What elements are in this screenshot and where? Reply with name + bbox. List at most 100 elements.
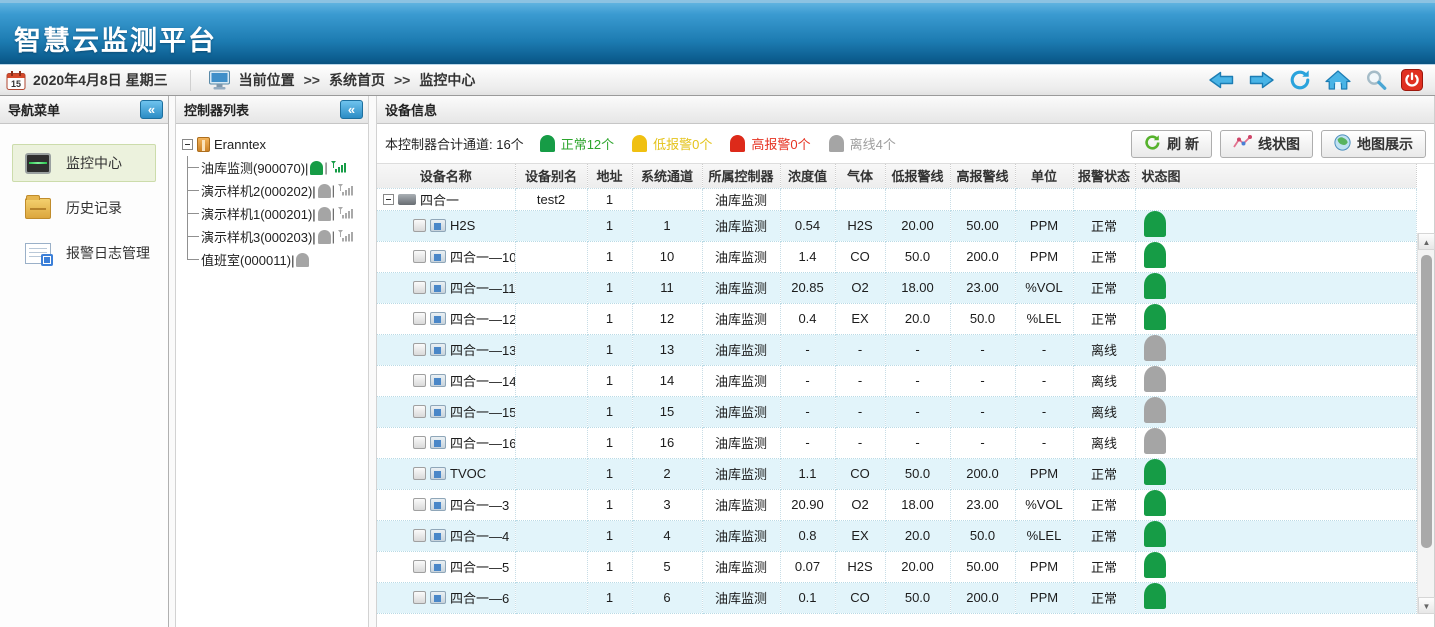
row-checkbox[interactable] [413, 250, 426, 263]
channel-summary: 本控制器合计通道: 16个 正常12个 低报警0个 高报警0个 离线4个 [385, 134, 896, 153]
column-header[interactable]: 系统通道 [632, 164, 702, 188]
cell-channel: 2 [632, 458, 702, 489]
column-header[interactable]: 所属控制器 [702, 164, 780, 188]
row-checkbox[interactable] [413, 405, 426, 418]
column-header[interactable]: 气体 [835, 164, 885, 188]
cell-gas: O2 [835, 272, 885, 303]
device-row[interactable]: 四合一—15 115油库监测-----离线 [377, 396, 1417, 427]
high-alarm-dome-icon [730, 135, 745, 152]
calendar-icon: 15 [6, 70, 26, 91]
device-row[interactable]: 四合一—10 110油库监测1.4CO50.0200.0PPM正常 [377, 241, 1417, 272]
tree-node-controller[interactable]: 演示样机3(000203)| | [182, 225, 366, 248]
back-button[interactable] [1208, 69, 1235, 91]
device-row[interactable]: 四合一—14 114油库监测-----离线 [377, 365, 1417, 396]
cell-high: - [950, 334, 1015, 365]
device-icon [430, 312, 446, 325]
row-checkbox[interactable] [413, 281, 426, 294]
sidebar-item-alarm-log[interactable]: 报警日志管理 [12, 234, 156, 272]
tree-expander-icon[interactable] [182, 139, 193, 150]
device-name: 四合一—5 [450, 557, 509, 576]
refresh-button[interactable]: 刷 新 [1131, 130, 1212, 158]
cell-low: 20.00 [885, 551, 950, 582]
forward-button[interactable] [1248, 69, 1275, 91]
row-checkbox[interactable] [413, 374, 426, 387]
device-name: 四合一—10 [450, 247, 515, 266]
tree-root-node[interactable]: Eranntex [182, 132, 366, 156]
row-checkbox[interactable] [413, 467, 426, 480]
power-logout-button[interactable] [1401, 69, 1423, 91]
cell-state [1135, 489, 1417, 520]
sidebar-splitter[interactable] [169, 96, 176, 627]
tree-node-controller[interactable]: 演示样机1(000201)| | [182, 202, 366, 225]
device-row[interactable]: 四合一—13 113油库监测-----离线 [377, 334, 1417, 365]
vertical-scrollbar[interactable]: ▲ ▼ [1417, 233, 1434, 614]
cell-high: 50.0 [950, 520, 1015, 551]
column-header[interactable]: 报警状态 [1073, 164, 1135, 188]
search-button[interactable] [1364, 69, 1388, 91]
controller-status-dome-icon [296, 253, 309, 267]
calendar-day: 15 [11, 79, 21, 89]
cell-unit: PPM [1015, 241, 1073, 272]
row-checkbox[interactable] [413, 219, 426, 232]
column-header[interactable]: 状态图 [1135, 164, 1417, 188]
cell-state [1135, 334, 1417, 365]
row-checkbox[interactable] [413, 312, 426, 325]
scrollbar-thumb[interactable] [1421, 255, 1432, 548]
cell-controller: 油库监测 [702, 396, 780, 427]
cell-low: 20.00 [885, 210, 950, 241]
column-header[interactable]: 浓度值 [780, 164, 835, 188]
refresh-page-button[interactable] [1288, 69, 1312, 91]
device-row[interactable]: 四合一—6 16油库监测0.1CO50.0200.0PPM正常 [377, 582, 1417, 613]
device-row[interactable]: H2S 11油库监测0.54H2S20.0050.00PPM正常 [377, 210, 1417, 241]
cell-low: - [885, 427, 950, 458]
cell-gas: EX [835, 303, 885, 334]
scroll-down-button[interactable]: ▼ [1418, 597, 1435, 614]
tree-collapse-button[interactable]: « [340, 100, 363, 119]
device-row[interactable]: 四合一—16 116油库监测-----离线 [377, 427, 1417, 458]
row-checkbox[interactable] [413, 498, 426, 511]
column-header[interactable]: 低报警线 [885, 164, 950, 188]
device-panel-title: 设备信息 [385, 100, 437, 119]
map-view-button[interactable]: 地图展示 [1321, 130, 1426, 158]
cell-controller: 油库监测 [702, 241, 780, 272]
controller-group-row[interactable]: 四合一 test2 1 油库监测 [377, 188, 1417, 210]
device-row[interactable]: 四合一—3 13油库监测20.90O218.0023.00%VOL正常 [377, 489, 1417, 520]
tree-node-controller[interactable]: 油库监测(900070)| | [182, 156, 366, 179]
refresh-button-label: 刷 新 [1167, 134, 1199, 154]
column-header[interactable]: 地址 [587, 164, 632, 188]
breadcrumb-home[interactable]: 系统首页 [329, 70, 385, 90]
device-row[interactable]: 四合一—4 14油库监测0.8EX20.050.0%LEL正常 [377, 520, 1417, 551]
cell-high: 200.0 [950, 582, 1015, 613]
group-expander-icon[interactable] [383, 194, 394, 205]
column-header[interactable]: 高报警线 [950, 164, 1015, 188]
column-header[interactable]: 设备名称 [377, 164, 515, 188]
device-row[interactable]: 四合一—5 15油库监测0.07H2S20.0050.00PPM正常 [377, 551, 1417, 582]
device-row[interactable]: 四合一—11 111油库监测20.85O218.0023.00%VOL正常 [377, 272, 1417, 303]
state-dome-icon [1144, 490, 1166, 516]
device-row[interactable]: TVOC 12油库监测1.1CO50.0200.0PPM正常 [377, 458, 1417, 489]
line-chart-button[interactable]: 线状图 [1220, 130, 1313, 158]
row-checkbox[interactable] [413, 591, 426, 604]
home-button[interactable] [1325, 69, 1351, 91]
row-checkbox[interactable] [413, 436, 426, 449]
tree-splitter[interactable] [369, 96, 377, 627]
cell-address: 1 [587, 210, 632, 241]
scroll-up-button[interactable]: ▲ [1418, 233, 1435, 250]
tree-node-controller[interactable]: 演示样机2(000202)| | [182, 179, 366, 202]
device-row[interactable]: 四合一—12 112油库监测0.4EX20.050.0%LEL正常 [377, 303, 1417, 334]
device-name: 四合一—11 [450, 278, 515, 297]
tree-node-controller[interactable]: 值班室(000011)| [182, 248, 366, 271]
row-checkbox[interactable] [413, 529, 426, 542]
row-checkbox[interactable] [413, 343, 426, 356]
cell-value: - [780, 334, 835, 365]
sidebar-item-monitor-center[interactable]: 监控中心 [12, 144, 156, 182]
signal-strength-icon [329, 159, 346, 176]
breadcrumb-current[interactable]: 监控中心 [419, 70, 475, 90]
normal-count-label: 正常12个 [561, 134, 614, 153]
row-checkbox[interactable] [413, 560, 426, 573]
device-icon [430, 467, 446, 480]
sidebar-item-history[interactable]: 历史记录 [12, 189, 156, 227]
column-header[interactable]: 单位 [1015, 164, 1073, 188]
sidebar-collapse-button[interactable]: « [140, 100, 163, 119]
column-header[interactable]: 设备别名 [515, 164, 587, 188]
